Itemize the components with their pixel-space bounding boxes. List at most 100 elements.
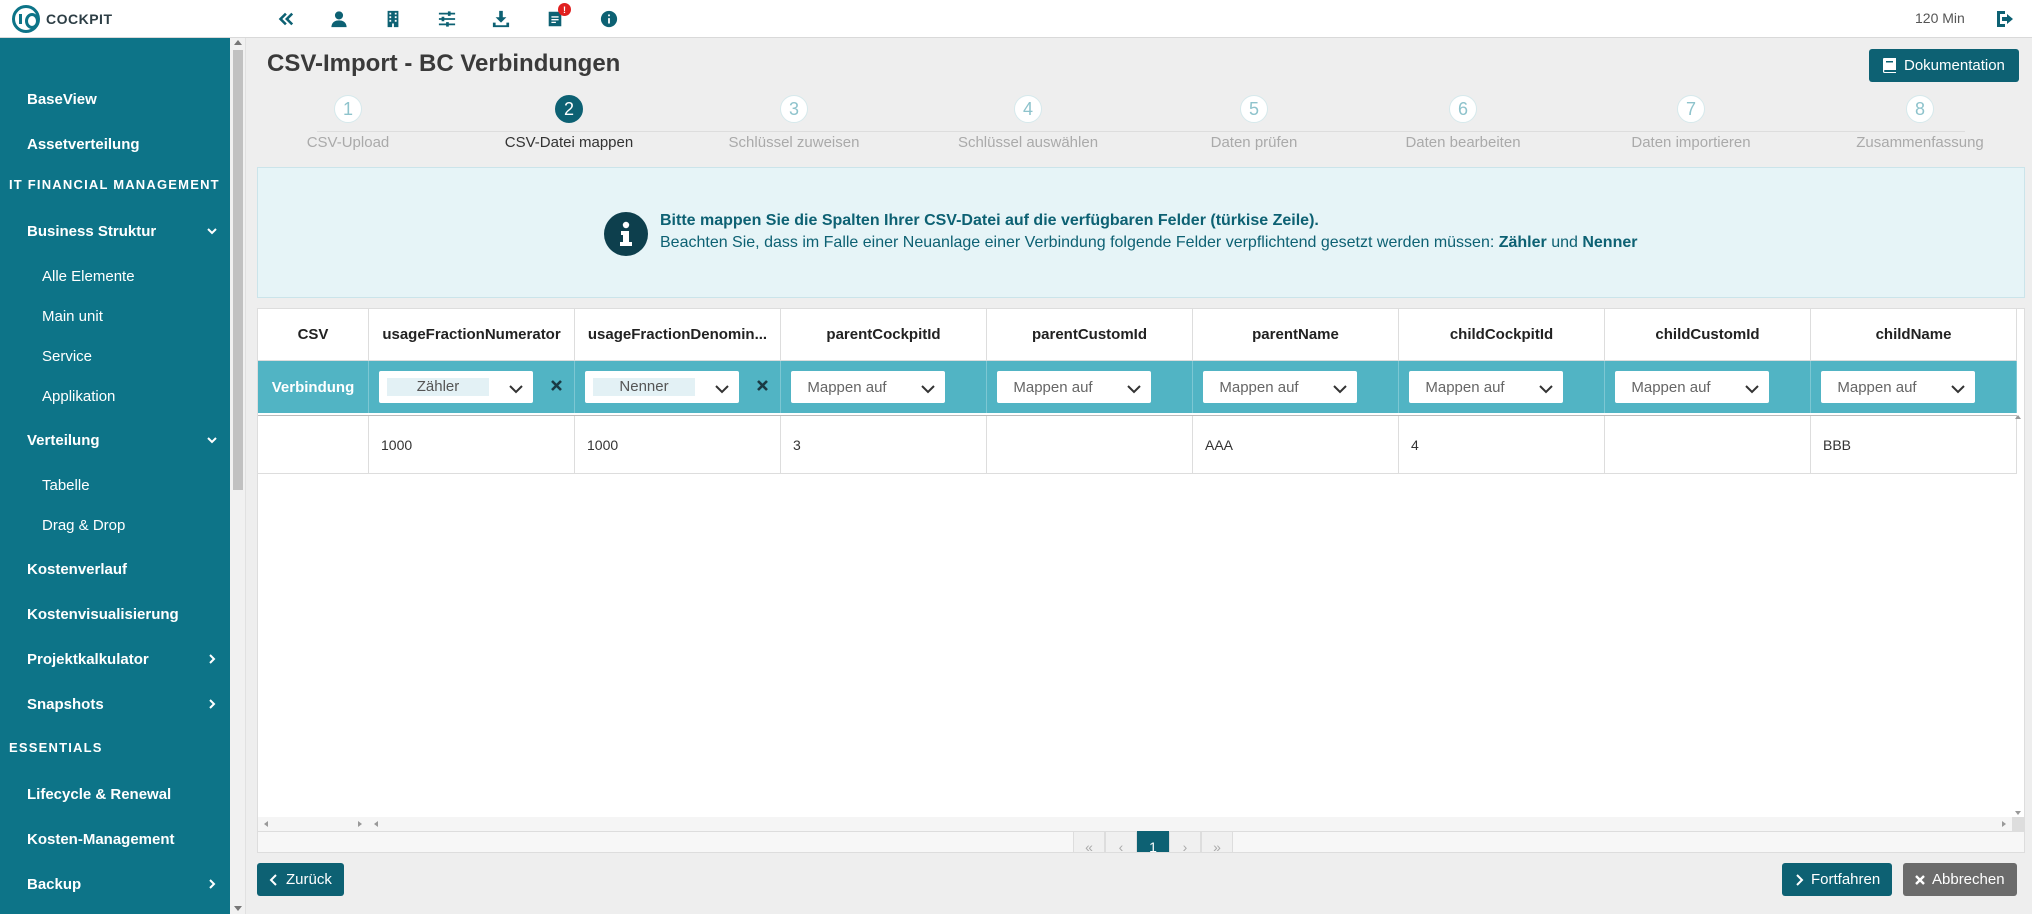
top-toolbar: ! — [258, 0, 636, 38]
sidebar-item-lifecycle-renewal[interactable]: Lifecycle & Renewal — [0, 774, 230, 814]
sidebar-item-tabelle[interactable]: Tabelle — [0, 467, 230, 503]
sidebar-item-kostenvisualisierung[interactable]: Kostenvisualisierung — [0, 594, 230, 634]
step-number: 1 — [334, 95, 362, 123]
pager-prev-button[interactable]: ‹ — [1105, 831, 1137, 852]
table-cell-childcustomid — [1605, 416, 1811, 474]
scroll-right-arrow-icon[interactable] — [2002, 821, 2006, 827]
sidebar-item-projektkalkulator[interactable]: Projektkalkulator — [0, 639, 230, 679]
required-field-1: Zähler — [1498, 234, 1547, 251]
column-header-parentname[interactable]: parentName — [1193, 309, 1399, 361]
scroll-left-arrow-icon[interactable] — [264, 821, 268, 827]
sidebar-item-drag-drop[interactable]: Drag & Drop — [0, 507, 230, 543]
notification-badge: ! — [558, 3, 571, 16]
building-icon[interactable] — [366, 0, 420, 38]
sidebar-item-assetverteilung[interactable]: Assetverteilung — [0, 124, 230, 164]
close-icon — [1915, 874, 1925, 885]
sidebar-item-baseview[interactable]: BaseView — [0, 79, 230, 119]
mapping-cell: Mappen auf — [1193, 361, 1399, 413]
sidebar-item-business-struktur[interactable]: Business Struktur — [0, 211, 230, 251]
sidebar-item-verteilung[interactable]: Verteilung — [0, 420, 230, 460]
mapping-select-usagefractiondenomin[interactable]: Nenner — [585, 371, 739, 403]
notes-icon[interactable]: ! — [528, 0, 582, 38]
back-button[interactable]: Zurück — [257, 863, 344, 896]
column-header-csv[interactable]: CSV — [258, 309, 369, 361]
mapping-placeholder: Mappen auf — [1013, 378, 1093, 396]
mapping-cell: Zähler — [369, 361, 575, 413]
chevron-down-icon — [921, 381, 935, 394]
chevron-down-icon — [1333, 381, 1347, 394]
step-number: 2 — [555, 95, 583, 123]
pager-next-button[interactable]: › — [1169, 831, 1201, 852]
clear-mapping-icon[interactable] — [551, 378, 562, 391]
documentation-button-label: Dokumentation — [1904, 57, 2005, 74]
mapping-select-parentcustomid[interactable]: Mappen auf — [997, 371, 1151, 403]
step-label: CSV-Datei mappen — [504, 134, 634, 151]
app-logo[interactable]: COCKPIT — [12, 5, 113, 33]
column-header-childcockpitid[interactable]: childCockpitId — [1399, 309, 1605, 361]
sidebar-item-service[interactable]: Service — [0, 338, 230, 374]
grid-horizontal-scrollbar[interactable] — [258, 817, 2024, 831]
table-cell-childname: BBB — [1811, 416, 2017, 474]
column-header-childname[interactable]: childName — [1811, 309, 2017, 361]
mapping-select-parentcockpitid[interactable]: Mappen auf — [791, 371, 945, 403]
mapping-select-childname[interactable]: Mappen auf — [1821, 371, 1975, 403]
info-icon[interactable] — [582, 0, 636, 38]
sidebar-item-applikation[interactable]: Applikation — [0, 378, 230, 414]
collapse-sidebar-icon[interactable] — [258, 0, 312, 38]
required-field-2: Nenner — [1582, 234, 1638, 251]
back-button-label: Zurück — [286, 871, 332, 888]
mapping-grid: CSV usageFractionNumerator usageFractionDe… — [257, 308, 2025, 853]
sidebar-item-kostenverlauf[interactable]: Kostenverlauf — [0, 549, 230, 589]
table-cell-parentname: AAA — [1193, 416, 1399, 474]
scroll-up-arrow-icon[interactable] — [234, 40, 242, 45]
user-icon[interactable] — [312, 0, 366, 38]
pager-page-1[interactable]: 1 — [1137, 831, 1169, 852]
documentation-button[interactable]: Dokumentation — [1869, 49, 2019, 82]
download-icon[interactable] — [474, 0, 528, 38]
column-header-childcustomid[interactable]: childCustomId — [1605, 309, 1811, 361]
scroll-down-arrow-icon[interactable] — [2015, 811, 2021, 815]
mapping-cell: Mappen auf — [781, 361, 987, 413]
scroll-down-arrow-icon[interactable] — [234, 906, 242, 911]
sidebar-scrollbar[interactable] — [230, 38, 246, 914]
sidebar-item-label: Drag & Drop — [42, 516, 126, 534]
sidebar-section-essentials: ESSENTIALS — [0, 732, 230, 762]
table-row[interactable]: 1000 1000 3 AAA 4 BBB — [258, 415, 2017, 474]
info-title: Bitte mappen Sie die Spalten Ihrer CSV-D… — [660, 212, 1319, 229]
logout-icon[interactable] — [1995, 9, 2015, 29]
table-cell-parentcustomid — [987, 416, 1193, 474]
sidebar-item-label: Kostenverlauf — [27, 560, 128, 578]
cancel-button[interactable]: Abbrechen — [1903, 863, 2017, 896]
sidebar-item-backup[interactable]: Backup — [0, 864, 230, 904]
mapping-select-childcockpitid[interactable]: Mappen auf — [1409, 371, 1563, 403]
mapping-select-childcustomid[interactable]: Mappen auf — [1615, 371, 1769, 403]
pager-last-button[interactable]: » — [1201, 831, 1233, 852]
mapping-select-usagefractionnumerator[interactable]: Zähler — [379, 371, 533, 403]
sidebar-item-snapshots[interactable]: Snapshots — [0, 684, 230, 724]
sidebar-item-kosten-management[interactable]: Kosten-Management — [0, 819, 230, 859]
chevron-down-icon — [1539, 381, 1553, 394]
book-icon — [1883, 58, 1896, 73]
column-header-usagefractiondenomin[interactable]: usageFractionDenomin... — [575, 309, 781, 361]
scroll-right-arrow-icon[interactable] — [358, 821, 362, 827]
column-header-usagefractionnumerator[interactable]: usageFractionNumerator — [369, 309, 575, 361]
step-label: Daten prüfen — [1210, 134, 1298, 151]
column-header-parentcustomid[interactable]: parentCustomId — [987, 309, 1193, 361]
scroll-left-arrow-icon[interactable] — [374, 821, 378, 827]
sidebar-item-main-unit[interactable]: Main unit — [0, 298, 230, 334]
clear-mapping-icon[interactable] — [757, 378, 768, 391]
session-timer: 120 Min — [1915, 10, 1965, 26]
mapping-placeholder: Mappen auf — [1219, 378, 1299, 396]
pager-first-button[interactable]: « — [1073, 831, 1105, 852]
sliders-icon[interactable] — [420, 0, 474, 38]
grid-vertical-scrollbar[interactable] — [2011, 413, 2024, 817]
continue-button[interactable]: Fortfahren — [1782, 863, 1893, 896]
mapping-select-parentname[interactable]: Mappen auf — [1203, 371, 1357, 403]
scrollbar-thumb[interactable] — [233, 50, 243, 490]
sidebar-item-label: Tabelle — [42, 476, 90, 494]
column-header-parentcockpitid[interactable]: parentCockpitId — [781, 309, 987, 361]
step-number: 3 — [780, 95, 808, 123]
sidebar-item-alle-elemente[interactable]: Alle Elemente — [0, 258, 230, 294]
sidebar: BaseView Assetverteilung IT FINANCIAL MANA… — [0, 38, 230, 914]
scroll-up-arrow-icon[interactable] — [2015, 415, 2021, 419]
